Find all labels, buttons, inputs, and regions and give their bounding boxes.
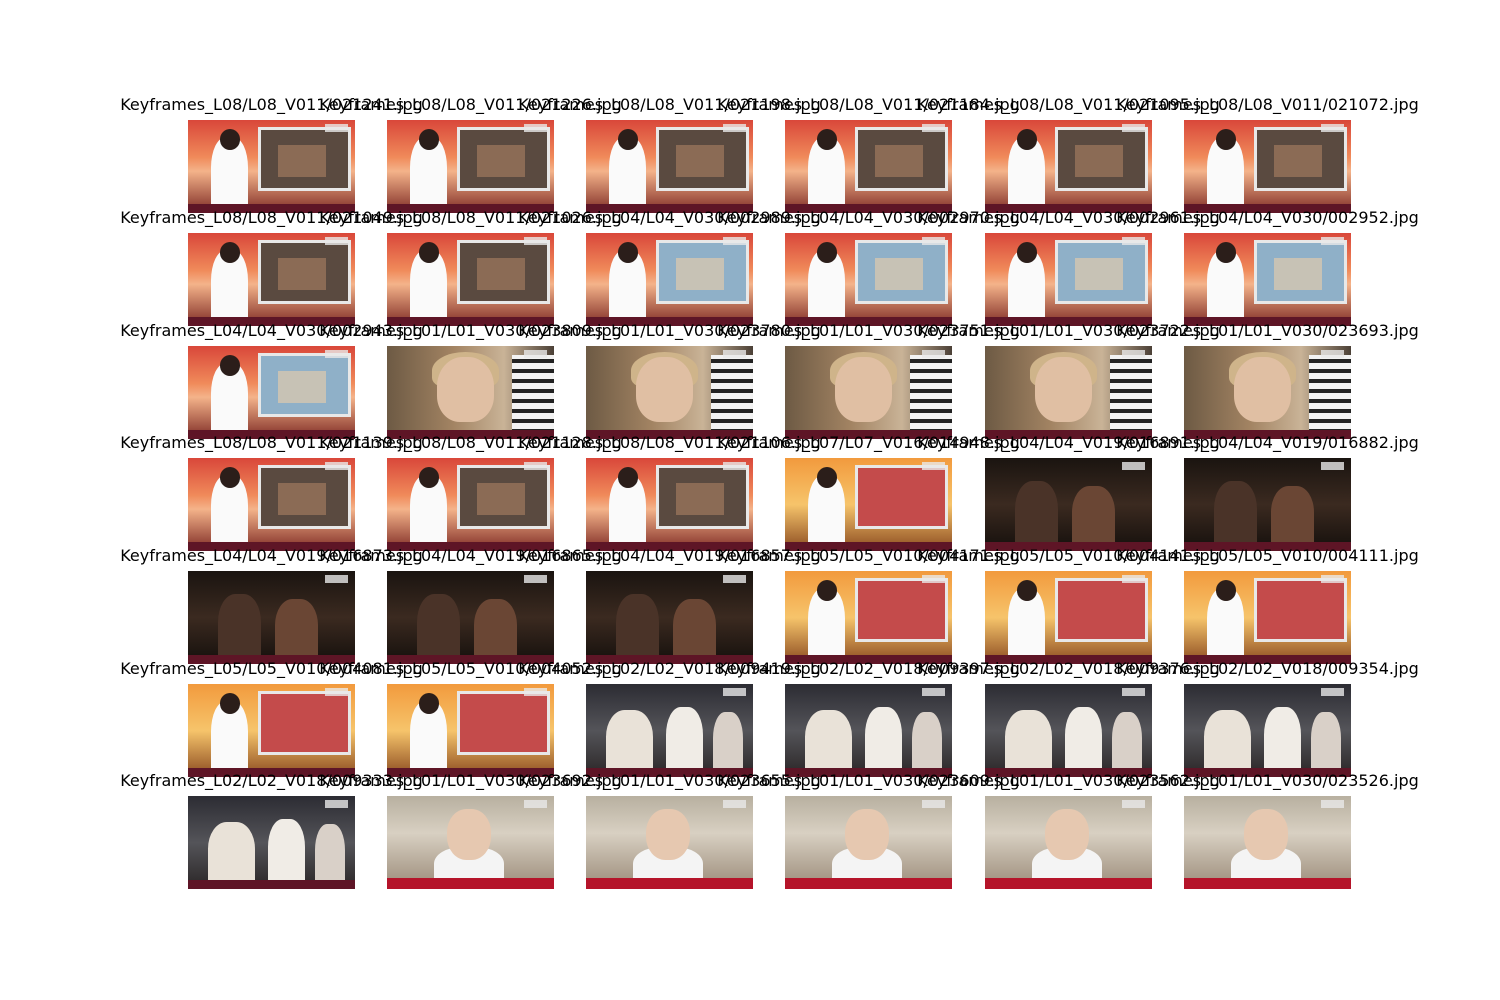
keyframe-thumbnail	[1184, 458, 1351, 551]
keyframe-thumbnail	[1184, 571, 1351, 664]
keyframe-caption: Keyframes_L04/L04_V030/002952.jpg	[1116, 208, 1419, 227]
keyframe-thumbnail	[387, 458, 554, 551]
keyframe-thumbnail	[985, 796, 1152, 889]
keyframe-caption: Keyframes_L01/L01_V030/023526.jpg	[1116, 771, 1419, 790]
keyframe-thumbnail	[387, 346, 554, 439]
keyframe-thumbnail	[586, 571, 753, 664]
keyframe-thumbnail	[785, 120, 952, 213]
keyframe-thumbnail	[586, 120, 753, 213]
keyframe-thumbnail	[586, 346, 753, 439]
keyframe-thumbnail	[387, 684, 554, 777]
keyframe-thumbnail	[188, 571, 355, 664]
keyframe-thumbnail	[1184, 684, 1351, 777]
keyframe-caption: Keyframes_L08/L08_V011/021072.jpg	[1116, 95, 1419, 114]
keyframe-thumbnail	[188, 458, 355, 551]
keyframe-thumbnail	[785, 571, 952, 664]
keyframe-caption: Keyframes_L04/L04_V019/016882.jpg	[1116, 433, 1419, 452]
keyframe-thumbnail	[1184, 233, 1351, 326]
keyframe-thumbnail	[985, 571, 1152, 664]
keyframe-caption: Keyframes_L05/L05_V010/004111.jpg	[1116, 546, 1419, 565]
keyframe-thumbnail	[985, 458, 1152, 551]
keyframe-thumbnail	[188, 684, 355, 777]
keyframe-thumbnail	[785, 233, 952, 326]
keyframe-thumbnail	[387, 571, 554, 664]
keyframe-thumbnail	[188, 233, 355, 326]
keyframe-thumbnail	[188, 120, 355, 213]
keyframe-thumbnail	[387, 796, 554, 889]
keyframe-thumbnail	[785, 458, 952, 551]
keyframe-thumbnail	[1184, 120, 1351, 213]
keyframe-thumbnail	[985, 346, 1152, 439]
keyframe-thumbnail	[985, 233, 1152, 326]
keyframe-grid: Keyframes_L08/L08_V011/021241.jpg Keyfram…	[0, 0, 1500, 1000]
keyframe-caption: Keyframes_L01/L01_V030/023693.jpg	[1116, 321, 1419, 340]
keyframe-thumbnail	[785, 796, 952, 889]
keyframe-thumbnail	[985, 684, 1152, 777]
keyframe-thumbnail	[387, 120, 554, 213]
keyframe-thumbnail	[586, 796, 753, 889]
keyframe-thumbnail	[785, 346, 952, 439]
keyframe-thumbnail	[188, 796, 355, 889]
keyframe-thumbnail	[387, 233, 554, 326]
keyframe-thumbnail	[985, 120, 1152, 213]
keyframe-thumbnail	[188, 346, 355, 439]
keyframe-thumbnail	[1184, 796, 1351, 889]
keyframe-thumbnail	[586, 458, 753, 551]
keyframe-thumbnail	[785, 684, 952, 777]
keyframe-caption: Keyframes_L02/L02_V018/009354.jpg	[1116, 659, 1419, 678]
keyframe-thumbnail	[1184, 346, 1351, 439]
keyframe-thumbnail	[586, 684, 753, 777]
keyframe-thumbnail	[586, 233, 753, 326]
